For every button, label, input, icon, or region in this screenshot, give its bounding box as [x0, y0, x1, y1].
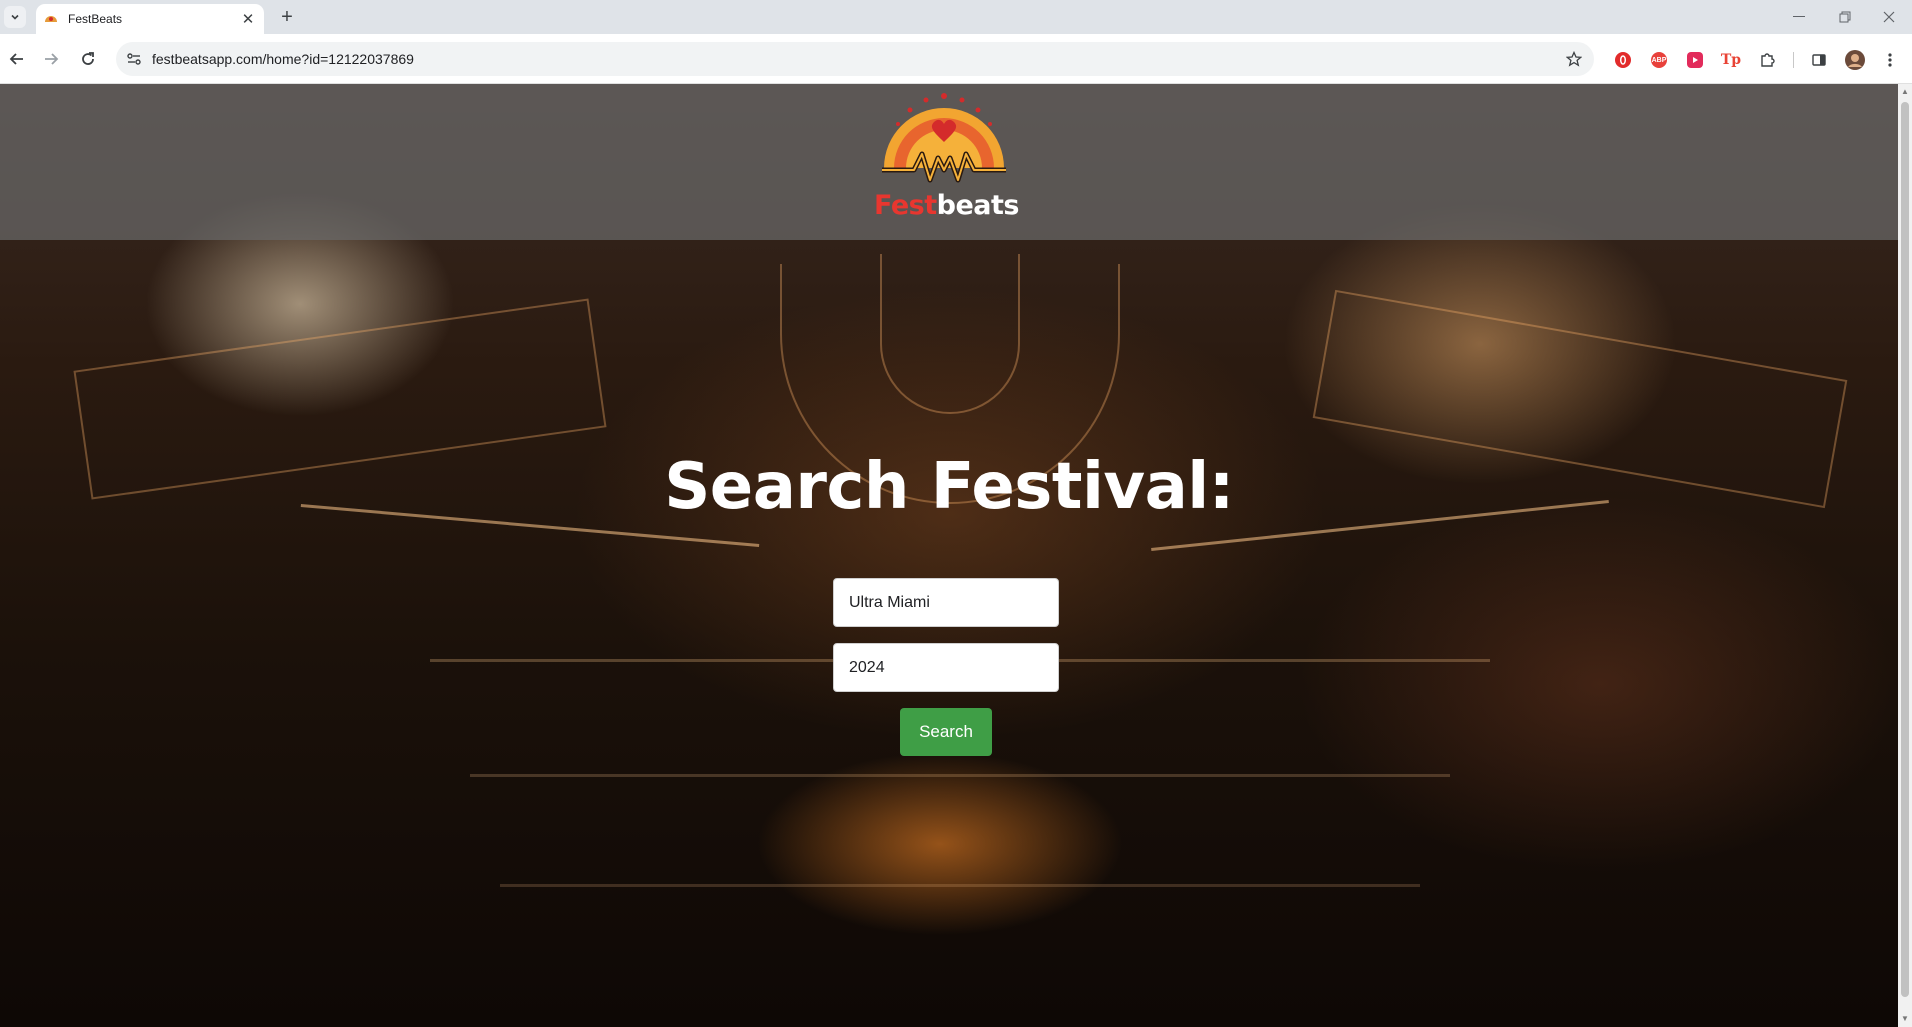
festbeats-logo-icon	[882, 93, 1006, 183]
scroll-down-arrow-icon[interactable]: ▼	[1901, 1014, 1909, 1024]
profile-avatar[interactable]	[1844, 49, 1866, 71]
side-panel-icon[interactable]	[1808, 49, 1830, 71]
minimize-window-icon[interactable]	[1784, 6, 1814, 28]
extensions-puzzle-icon[interactable]	[1756, 49, 1778, 71]
browser-menu-icon[interactable]	[1882, 49, 1898, 71]
scroll-up-arrow-icon[interactable]: ▲	[1901, 87, 1909, 97]
page-content: Festbeats Search Festival: Search	[0, 84, 1898, 1027]
close-tab-icon[interactable]: ✕	[240, 11, 256, 28]
close-window-icon[interactable]	[1874, 6, 1904, 28]
festbeats-favicon-icon	[45, 16, 57, 22]
tab-strip: FestBeats ✕ +	[0, 0, 1912, 34]
bookmark-star-icon[interactable]	[1564, 49, 1584, 69]
vertical-scrollbar[interactable]: ▲ ▼	[1898, 84, 1912, 1027]
reload-button[interactable]	[75, 46, 101, 72]
active-tab[interactable]: FestBeats ✕	[36, 4, 264, 34]
scrollbar-thumb[interactable]	[1901, 102, 1909, 997]
browser-toolbar: festbeatsapp.com/home?id=12122037869 ABP…	[0, 34, 1912, 84]
adblock-plus-icon[interactable]: ABP	[1648, 49, 1670, 71]
arrow-left-icon	[9, 53, 23, 65]
back-button[interactable]	[4, 46, 30, 72]
tab-title: FestBeats	[68, 12, 123, 26]
opera-extension-icon[interactable]	[1612, 49, 1634, 71]
logo-wordmark: Festbeats	[874, 190, 1019, 221]
festival-name-input[interactable]	[833, 578, 1059, 627]
search-festival-heading: Search Festival:	[664, 450, 1234, 524]
tab-search-button[interactable]	[4, 6, 26, 28]
forward-button[interactable]	[38, 46, 64, 72]
site-settings-icon[interactable]	[124, 49, 144, 69]
chevron-down-icon	[11, 14, 19, 20]
restore-window-icon[interactable]	[1830, 6, 1860, 28]
address-bar[interactable]: festbeatsapp.com/home?id=12122037869	[116, 42, 1594, 76]
festbeats-logo[interactable]: Festbeats	[874, 88, 1019, 228]
new-tab-button[interactable]: +	[276, 6, 298, 28]
toolbar-divider	[1793, 52, 1794, 68]
url-text: festbeatsapp.com/home?id=12122037869	[152, 51, 414, 67]
festival-year-input[interactable]	[833, 643, 1059, 692]
search-button[interactable]: Search	[900, 708, 992, 756]
arrow-right-icon	[45, 53, 59, 65]
tp-extension-icon[interactable]: Tp	[1720, 49, 1742, 71]
video-extension-icon[interactable]	[1684, 49, 1706, 71]
site-header: Festbeats	[0, 84, 1898, 240]
reload-icon	[82, 52, 94, 65]
